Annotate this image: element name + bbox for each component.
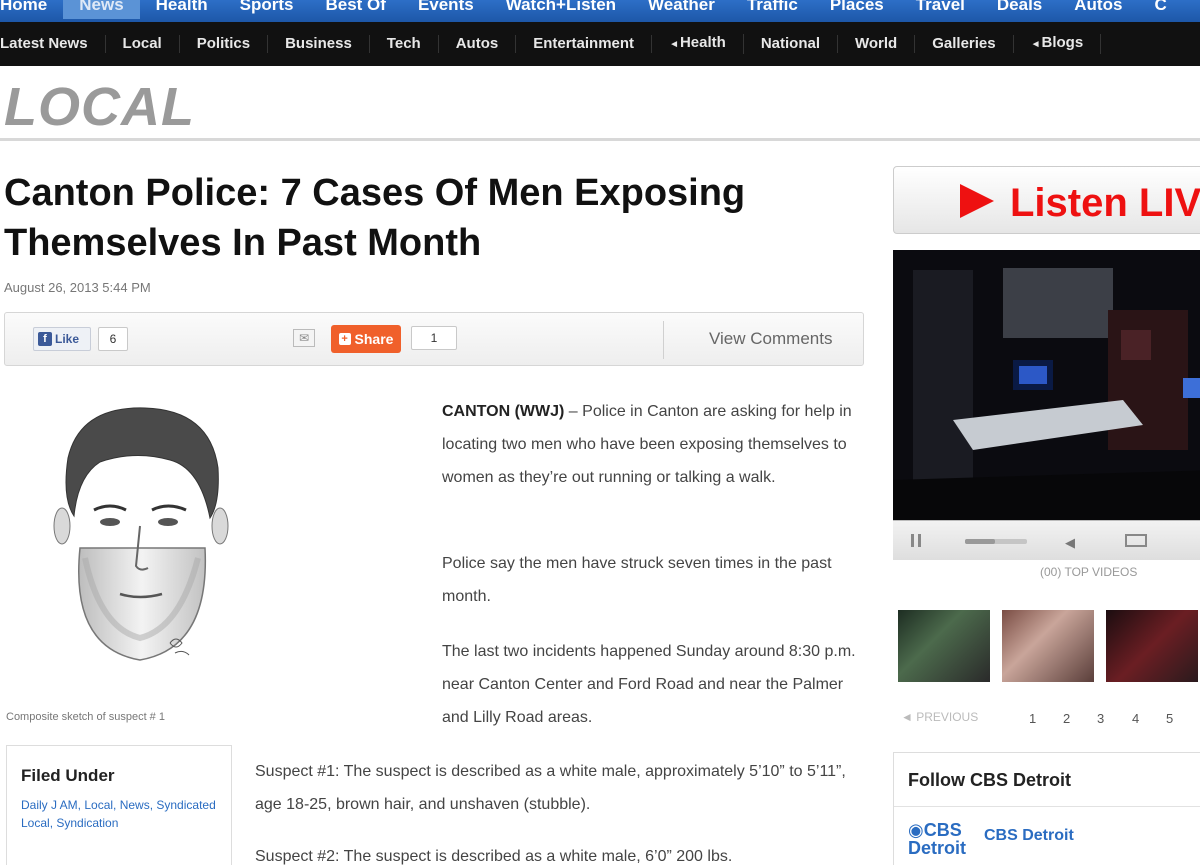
nav-events[interactable]: Events xyxy=(402,0,490,19)
section-title: LOCAL xyxy=(4,77,195,137)
volume-icon[interactable]: ◀ xyxy=(1065,535,1075,551)
article-paragraph: Suspect #2: The suspect is described as … xyxy=(255,848,733,865)
subnav-national[interactable]: National xyxy=(744,35,838,53)
follow-divider xyxy=(894,806,1200,807)
page-number-2[interactable]: 2 xyxy=(1063,711,1070,726)
share-label: Share xyxy=(354,331,394,347)
subnav-world[interactable]: World xyxy=(838,35,916,53)
listen-live-button[interactable]: Listen LIV xyxy=(893,166,1200,234)
article-paragraph: Suspect #1: The suspect is described as … xyxy=(255,763,846,813)
follow-box: Follow CBS Detroit ◉CBS Detroit CBS Detr… xyxy=(893,752,1200,865)
subnav-galleries[interactable]: Galleries xyxy=(915,35,1014,53)
sub-nav: Latest News Local Politics Business Tech… xyxy=(0,22,1200,66)
article-paragraph: Police say the men have struck seven tim… xyxy=(442,555,832,605)
filed-under-box: Filed Under Daily J AM, Local, News, Syn… xyxy=(6,745,232,865)
cbs-eye-icon: ◉ xyxy=(908,820,924,840)
pause-icon[interactable] xyxy=(911,534,921,547)
video-thumbnail[interactable] xyxy=(1002,610,1094,682)
subnav-entertainment[interactable]: Entertainment xyxy=(516,35,653,53)
image-caption: Composite sketch of suspect # 1 xyxy=(6,711,165,723)
subnav-business[interactable]: Business xyxy=(268,35,370,53)
nav-traffic[interactable]: Traffic xyxy=(731,0,814,19)
top-videos-label: (00) TOP VIDEOS xyxy=(1040,565,1138,579)
article-date: August 26, 2013 5:44 PM xyxy=(4,280,151,295)
page-number-5[interactable]: 5 xyxy=(1166,711,1173,726)
nav-weather[interactable]: Weather xyxy=(632,0,731,19)
cbs-detroit-link[interactable]: CBS Detroit xyxy=(984,827,1074,845)
suspect-sketch-image xyxy=(53,407,229,661)
plus-icon: + xyxy=(338,333,351,345)
listen-live-label: Listen LIV xyxy=(1010,181,1200,225)
logo-bottom: Detroit xyxy=(908,838,966,858)
like-label: Like xyxy=(55,332,80,346)
logo-top: CBS xyxy=(923,820,962,840)
share-divider xyxy=(663,321,664,359)
nav-watch-listen[interactable]: Watch+Listen xyxy=(490,0,632,19)
nav-health[interactable]: Health xyxy=(140,0,224,19)
filed-under-links[interactable]: Daily J AM, Local, News, Syndicated Loca… xyxy=(21,796,221,832)
subnav-health[interactable]: ◄Health xyxy=(652,34,744,54)
top-nav: Home News Health Sports Best Of Events W… xyxy=(0,0,1200,22)
nav-travel[interactable]: Travel xyxy=(900,0,981,19)
nav-autos[interactable]: Autos xyxy=(1058,0,1138,19)
article-headline: Canton Police: 7 Cases Of Men Exposing T… xyxy=(4,172,746,264)
page-number-1[interactable]: 1 xyxy=(1029,711,1036,726)
subnav-blogs[interactable]: ◄Blogs xyxy=(1014,34,1102,54)
article-paragraph: CANTON (WWJ) – Police in Canton are aski… xyxy=(442,395,872,494)
video-thumbnail[interactable] xyxy=(898,610,990,682)
view-comments-link[interactable]: View Comments xyxy=(709,329,832,349)
nav-best-of[interactable]: Best Of xyxy=(309,0,401,19)
video-controls: ◀ xyxy=(893,520,1200,560)
cbs-detroit-logo: ◉CBS Detroit xyxy=(908,821,966,857)
nav-places[interactable]: Places xyxy=(814,0,900,19)
subnav-tech[interactable]: Tech xyxy=(370,35,439,53)
nav-more[interactable]: C xyxy=(1138,0,1182,19)
filed-under-title: Filed Under xyxy=(21,766,115,785)
video-progress-slider[interactable] xyxy=(965,539,1027,544)
article-paragraph: The last two incidents happened Sunday a… xyxy=(442,643,856,726)
nav-home[interactable]: Home xyxy=(0,0,63,19)
video-thumbnail[interactable] xyxy=(1106,610,1198,682)
page-number-4[interactable]: 4 xyxy=(1132,711,1139,726)
nav-sports[interactable]: Sports xyxy=(224,0,310,19)
previous-button[interactable]: ◄ PREVIOUS xyxy=(901,710,978,724)
like-count: 6 xyxy=(98,327,128,351)
dropdown-arrow-icon: ◄ xyxy=(1030,39,1041,50)
share-bar: f Like 6 ✉ + Share 1 View Comments xyxy=(4,312,864,366)
follow-title: Follow CBS Detroit xyxy=(908,770,1071,790)
nav-deals[interactable]: Deals xyxy=(981,0,1058,19)
share-count: 1 xyxy=(411,326,457,350)
section-divider xyxy=(0,138,1200,141)
subnav-autos[interactable]: Autos xyxy=(439,35,517,53)
nav-news[interactable]: News xyxy=(63,0,140,19)
fullscreen-icon[interactable] xyxy=(1125,534,1147,547)
play-icon xyxy=(960,184,994,218)
video-pager: ◄ PREVIOUS 1 2 3 4 5 xyxy=(893,706,1200,732)
subnav-local[interactable]: Local xyxy=(106,35,180,53)
page-number-3[interactable]: 3 xyxy=(1097,711,1104,726)
facebook-like-button[interactable]: f Like xyxy=(33,327,91,351)
subnav-blogs-label: Blogs xyxy=(1041,34,1084,51)
facebook-icon: f xyxy=(38,332,52,346)
subnav-latest-news[interactable]: Latest News xyxy=(0,35,106,53)
subnav-health-label: Health xyxy=(679,34,726,51)
video-player[interactable] xyxy=(893,250,1200,520)
article-dateline: CANTON (WWJ) xyxy=(442,403,565,420)
share-button[interactable]: + Share xyxy=(331,325,401,353)
email-icon[interactable]: ✉ xyxy=(293,329,315,347)
subnav-politics[interactable]: Politics xyxy=(180,35,269,53)
dropdown-arrow-icon: ◄ xyxy=(669,39,679,50)
